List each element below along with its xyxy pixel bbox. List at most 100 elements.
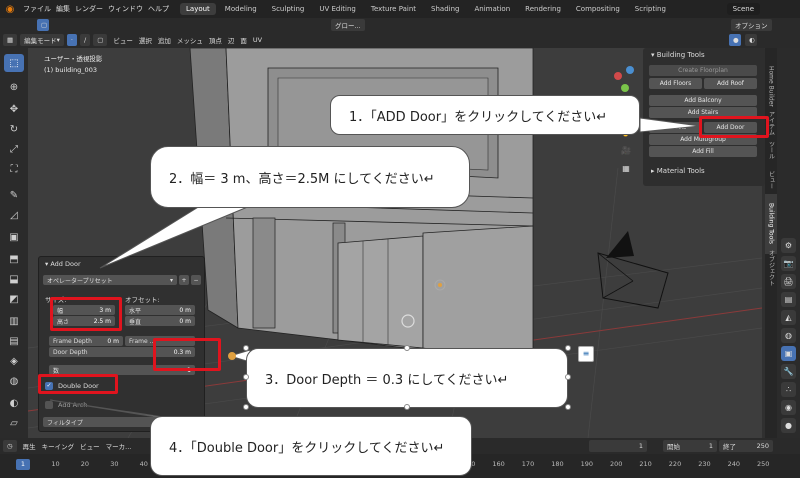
create-floorplan-button[interactable]: Create Floorplan <box>649 65 757 76</box>
options-dropdown[interactable]: オプション <box>731 19 772 31</box>
particles-icon[interactable]: ∴ <box>781 382 796 397</box>
preset-remove-button[interactable]: − <box>191 275 201 285</box>
bevel-tool-icon[interactable]: ◩ <box>4 290 24 308</box>
select-mode-button[interactable]: ▢ <box>37 19 49 31</box>
transform-orientation-dropdown[interactable]: グロー... <box>331 19 365 31</box>
marker-menu[interactable]: マーカ... <box>106 441 132 451</box>
transform-tool-icon[interactable]: ⛶ <box>4 160 24 178</box>
vertical-offset-field[interactable]: 垂直 0 m <box>125 316 195 326</box>
preset-add-button[interactable]: + <box>179 275 189 285</box>
highlight-double-door <box>38 374 118 394</box>
menu-vertex[interactable]: 頂点 <box>209 35 222 45</box>
menu-edge[interactable]: 辺 <box>228 35 235 45</box>
measure-tool-icon[interactable]: ◿ <box>4 206 24 224</box>
physics-icon[interactable]: ◉ <box>781 400 796 415</box>
menu-add[interactable]: 追加 <box>158 35 171 45</box>
spin-tool-icon[interactable]: ◍ <box>4 372 24 390</box>
inset-tool-icon[interactable]: ⬓ <box>4 270 24 288</box>
object-properties-icon[interactable]: ▣ <box>781 346 796 361</box>
ruler-tick-label: 180 <box>551 460 564 468</box>
add-floors-button[interactable]: Add Floors <box>649 78 702 89</box>
menu-file[interactable]: ファイル <box>23 4 51 14</box>
add-balcony-button[interactable]: Add Balcony <box>649 95 757 106</box>
ruler-tick-label: 10 <box>51 460 60 468</box>
mode-dropdown[interactable]: 編集モード ▾ <box>20 34 64 46</box>
add-fill-button[interactable]: Add Fill <box>649 146 757 157</box>
blender-logo-icon[interactable]: ◉ <box>2 1 18 17</box>
view-layer-icon[interactable]: ▤ <box>781 292 796 307</box>
vertex-select-button[interactable]: · <box>66 34 77 46</box>
poly-build-tool-icon[interactable]: ◈ <box>4 352 24 370</box>
playback-menu[interactable]: 再生 <box>23 441 36 451</box>
workspace-tab-uv-editing[interactable]: UV Editing <box>313 3 362 15</box>
move-tool-icon[interactable]: ✥ <box>4 100 24 118</box>
scale-tool-icon[interactable]: ⤢ <box>4 140 24 158</box>
edge-select-button[interactable]: / <box>80 34 91 46</box>
menu-window[interactable]: ウィンドウ <box>108 4 143 14</box>
annotate-tool-icon[interactable]: ✎ <box>4 186 24 204</box>
playhead[interactable]: 1 <box>16 459 30 470</box>
tab-view[interactable]: ビュー <box>765 168 777 192</box>
scene-properties-icon[interactable]: ◭ <box>781 310 796 325</box>
material-properties-icon[interactable]: ● <box>781 418 796 433</box>
menu-help[interactable]: ヘルプ <box>148 4 169 14</box>
start-frame-field[interactable]: 開始 1 <box>663 440 717 452</box>
add-roof-button[interactable]: Add Roof <box>704 78 757 89</box>
workspace-tab-rendering[interactable]: Rendering <box>519 3 567 15</box>
menu-face[interactable]: 面 <box>240 35 247 45</box>
editor-type-button[interactable]: ▦ <box>3 34 18 46</box>
world-properties-icon[interactable]: ◍ <box>781 328 796 343</box>
frame-depth-field[interactable]: Frame Depth 0 m <box>49 336 123 346</box>
scene-selector[interactable]: Scene <box>726 3 760 15</box>
workspace-tab-sculpting[interactable]: Sculpting <box>266 3 311 15</box>
ortho-grid-icon[interactable]: ▦ <box>620 162 632 174</box>
checkbox-unchecked-icon[interactable] <box>45 401 53 409</box>
timeline-editor-type-button[interactable]: ◷ <box>3 440 17 452</box>
tool-properties-icon[interactable]: ⚙ <box>781 238 796 253</box>
add-cube-tool-icon[interactable]: ▣ <box>4 228 24 246</box>
workspace-tab-scripting[interactable]: Scripting <box>629 3 672 15</box>
render-properties-icon[interactable]: 📷 <box>781 256 796 271</box>
cursor-tool-icon[interactable]: ⊕ <box>4 78 24 96</box>
current-frame-field[interactable]: 1 <box>589 440 647 452</box>
workspace-tab-texture-paint[interactable]: Texture Paint <box>365 3 422 15</box>
face-select-button[interactable]: ▢ <box>93 34 108 46</box>
modifier-properties-icon[interactable]: 🔧 <box>781 364 796 379</box>
camera-view-icon[interactable]: 🎥 <box>620 144 632 156</box>
workspace-tab-shading[interactable]: Shading <box>425 3 465 15</box>
tab-tool[interactable]: ツール <box>765 134 777 166</box>
horizontal-offset-field[interactable]: 水平 0 m <box>125 305 195 315</box>
extrude-tool-icon[interactable]: ⬒ <box>4 250 24 268</box>
keying-menu[interactable]: キーイング <box>42 441 75 451</box>
menu-render[interactable]: レンダー <box>75 4 103 14</box>
end-frame-field[interactable]: 終了 250 <box>719 440 773 452</box>
workspace-tab-modeling[interactable]: Modeling <box>219 3 263 15</box>
shading-solid-button[interactable]: ● <box>729 34 741 46</box>
operator-preset-dropdown[interactable]: オペレータープリセット ▾ <box>43 275 177 285</box>
rotate-tool-icon[interactable]: ↻ <box>4 120 24 138</box>
add-window-button[interactable]: ...ndow <box>649 122 702 133</box>
menu-uv[interactable]: UV <box>253 36 262 44</box>
operator-panel-title[interactable]: ▾ Add Door <box>45 260 81 268</box>
tab-object[interactable]: オブジェクト <box>765 244 777 292</box>
loop-cut-tool-icon[interactable]: ▥ <box>4 312 24 330</box>
menu-select[interactable]: 選択 <box>139 35 152 45</box>
building-tools-header[interactable]: ▾ Building Tools <box>643 48 765 62</box>
knife-tool-icon[interactable]: ▤ <box>4 332 24 350</box>
material-tools-header[interactable]: ▸ Material Tools <box>643 164 705 178</box>
smooth-tool-icon[interactable]: ◐ <box>4 394 24 412</box>
shading-material-button[interactable]: ◐ <box>745 34 757 46</box>
view-menu[interactable]: ビュー <box>80 441 100 451</box>
menu-edit[interactable]: 編集 <box>56 4 70 14</box>
menu-view[interactable]: ビュー <box>113 35 133 45</box>
format-icon[interactable]: ≡ <box>578 346 594 362</box>
shear-tool-icon[interactable]: ▱ <box>4 414 24 432</box>
workspace-tab-layout[interactable]: Layout <box>180 3 216 15</box>
workspace-tab-compositing[interactable]: Compositing <box>570 3 626 15</box>
output-properties-icon[interactable]: 🖨 <box>781 274 796 289</box>
workspace-tab-animation[interactable]: Animation <box>468 3 516 15</box>
menu-mesh[interactable]: メッシュ <box>177 35 203 45</box>
tab-home-builder[interactable]: Home Builder <box>765 56 777 116</box>
add-arch-checkbox[interactable]: Add Arch <box>45 401 87 409</box>
select-tool-icon[interactable]: ⬚ <box>4 54 24 72</box>
